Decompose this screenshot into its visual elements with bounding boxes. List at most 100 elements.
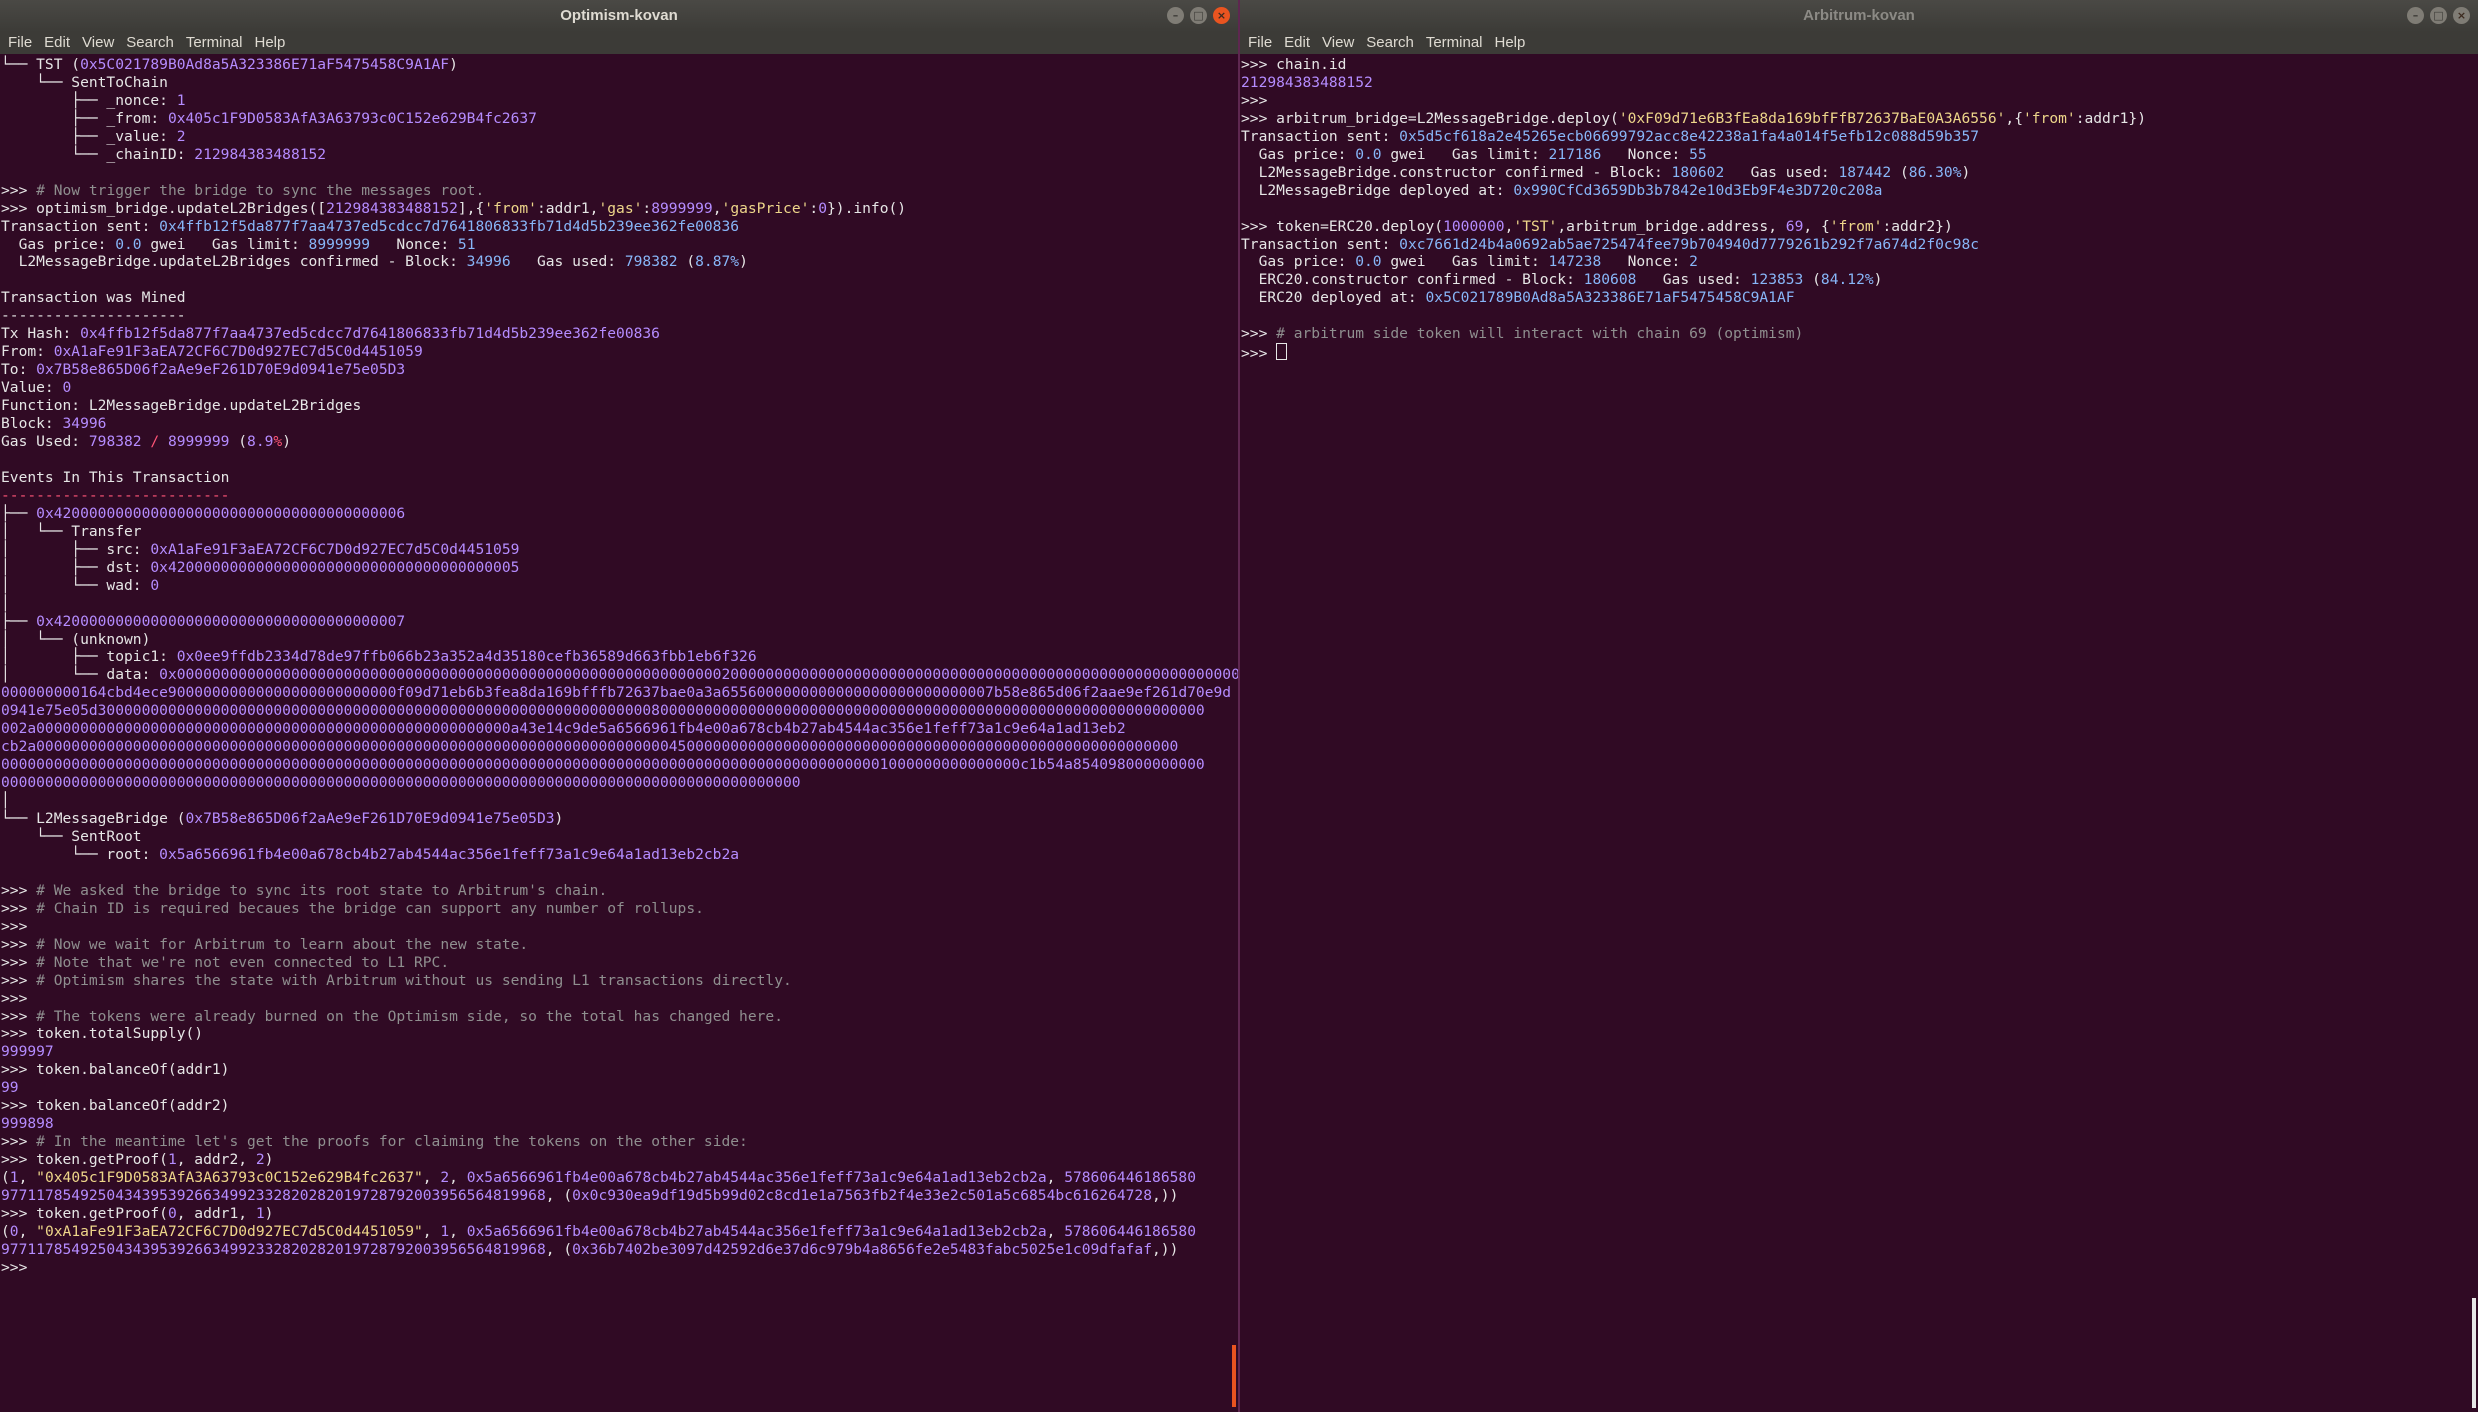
terminal-text: 0 xyxy=(150,576,160,594)
terminal-text: Gas Used: xyxy=(1,433,89,451)
terminal-text: Transaction sent: xyxy=(1241,235,1400,253)
terminal-text: ) xyxy=(282,433,291,451)
terminal-line: Transaction was Mined xyxy=(1,289,1238,307)
terminal-text: 002a000000000000000000000000000000000000… xyxy=(1,720,1126,738)
terminal-text: ( xyxy=(229,433,248,451)
terminal-line: │ └── data: 0x00000000000000000000000000… xyxy=(1,666,1238,684)
menu-terminal[interactable]: Terminal xyxy=(186,34,243,51)
terminal-line: >>> xyxy=(1241,92,2478,110)
terminal-text: gwei Gas limit: xyxy=(1381,145,1549,163)
menu-edit[interactable]: Edit xyxy=(1284,34,1310,51)
terminal-text: To: xyxy=(1,361,37,379)
terminal-text: ) xyxy=(554,810,564,828)
terminal-text: >>> xyxy=(1,935,37,953)
terminal-line: L2MessageBridge deployed at: 0x990CfCd36… xyxy=(1241,182,2478,200)
terminal-line: (0, "0xA1aFe91F3aEA72CF6C7D0d927EC7d5C0d… xyxy=(1,1223,1238,1241)
terminal-text: # Optimism shares the state with Arbitru… xyxy=(36,971,792,989)
terminal-text: 999997 xyxy=(1,1043,54,1061)
terminal-text: 0x405c1F9D0583AfA3A63793c0C152e629B4fc26… xyxy=(167,109,537,127)
menu-file[interactable]: File xyxy=(8,34,32,51)
terminal-text: 1 xyxy=(167,1151,177,1169)
terminal-text: └── SentToChain xyxy=(1,73,168,91)
terminal-text: 2 xyxy=(440,1169,450,1187)
terminal-output[interactable]: >>> chain.id 212984383488152 >>> >>> arbitr… xyxy=(1240,54,2478,363)
terminal-text: │ ├── src: xyxy=(1,540,151,558)
terminal-text: # We asked the bridge to sync its root s… xyxy=(36,881,608,899)
terminal-line: 999898 xyxy=(1,1115,1238,1133)
terminal-text: 0000000000000000000000000000000000000000… xyxy=(1,756,1205,774)
menu-bar: File Edit View Search Terminal Help xyxy=(0,32,1238,54)
terminal-text: ],{ xyxy=(457,199,485,217)
terminal-text: '0xF09d71e6B3fEa8da169bfFfB72637BaE0A3A6… xyxy=(1618,109,2006,127)
terminal-text: ) xyxy=(264,1205,274,1222)
terminal-text: >>> xyxy=(1,899,37,917)
terminal-text: 2 xyxy=(176,127,186,145)
close-icon[interactable]: × xyxy=(2453,7,2470,24)
terminal-text: :addr1, xyxy=(536,199,599,217)
menu-search[interactable]: Search xyxy=(1366,34,1414,51)
terminal-line: Transaction sent: 0xc7661d24b4a0692ab5ae… xyxy=(1241,236,2478,254)
maximize-icon[interactable]: □ xyxy=(2430,7,2447,24)
terminal-text: , addr2, xyxy=(176,1151,256,1169)
terminal-text: 0000000000000000000000000000000000000000… xyxy=(1,774,801,792)
terminal-text: Tx Hash: xyxy=(1,325,81,343)
scrollbar[interactable] xyxy=(1232,1345,1236,1407)
menu-search[interactable]: Search xyxy=(126,34,174,51)
terminal-text: >>> xyxy=(1241,345,1277,363)
minimize-icon[interactable]: – xyxy=(1167,7,1184,24)
terminal-text: Transaction was Mined xyxy=(1,289,186,307)
menu-terminal[interactable]: Terminal xyxy=(1426,34,1483,51)
terminal-text: ERC20.constructor confirmed - Block: xyxy=(1241,271,1584,289)
terminal-text: :addr2}) xyxy=(1882,217,1953,235)
close-icon[interactable]: × xyxy=(1213,7,1230,24)
window-titlebar[interactable]: Arbitrum-kovan – □ × xyxy=(1240,0,2478,32)
terminal-text: Nonce: xyxy=(370,235,458,253)
terminal-text: │ xyxy=(1,792,10,810)
terminal-text: ( xyxy=(677,253,696,271)
menu-edit[interactable]: Edit xyxy=(44,34,70,51)
terminal-text: ,)) xyxy=(1152,1187,1179,1205)
terminal-text: Transaction sent: xyxy=(1241,127,1400,145)
arbitrum-terminal-window[interactable]: Arbitrum-kovan – □ × File Edit View Search T… xyxy=(1240,0,2478,1412)
scrollbar[interactable] xyxy=(2472,1298,2476,1408)
terminal-text: >>> xyxy=(1,953,37,971)
terminal-text: Gas used: xyxy=(510,253,625,271)
menu-help[interactable]: Help xyxy=(1495,34,1526,51)
terminal-text: │ ├── dst: xyxy=(1,558,151,576)
terminal-line: ├── _nonce: 1 xyxy=(1,92,1238,110)
terminal-text: └── _chainID: xyxy=(1,145,195,163)
terminal-text: ( xyxy=(1891,163,1909,181)
menu-file[interactable]: File xyxy=(1248,34,1272,51)
terminal-text: # Chain ID is required becaues the bridg… xyxy=(36,899,704,917)
terminal-text: , xyxy=(18,1222,37,1240)
optimism-terminal-window[interactable]: Optimism-kovan – □ × File Edit View Search T… xyxy=(0,0,1240,1412)
menu-view[interactable]: View xyxy=(1322,34,1354,51)
terminal-text: >>> token.balanceOf(addr1) xyxy=(1,1061,230,1079)
terminal-line: 212984383488152 xyxy=(1241,74,2478,92)
terminal-text: 0x7B58e865D06f2aAe9eF261D70E9d0941e75e05… xyxy=(36,361,406,379)
terminal-text: , xyxy=(422,1222,441,1240)
terminal-line: ERC20.constructor confirmed - Block: 180… xyxy=(1241,271,2478,289)
terminal-text: 187442 xyxy=(1838,163,1892,181)
window-titlebar[interactable]: Optimism-kovan – □ × xyxy=(0,0,1238,32)
terminal-text: , xyxy=(18,1169,37,1187)
terminal-line: │ ├── dst: 0x420000000000000000000000000… xyxy=(1,559,1238,577)
minimize-icon[interactable]: – xyxy=(2407,7,2424,24)
terminal-text: ) xyxy=(264,1151,274,1169)
terminal-text: 0x990CfCd3659Db3b7842e10d3Eb9F4e3D720c20… xyxy=(1513,181,1883,199)
terminal-text: 1000000 xyxy=(1443,217,1505,235)
terminal-line: >>> # Optimism shares the state with Arb… xyxy=(1,972,1238,990)
menu-view[interactable]: View xyxy=(82,34,114,51)
maximize-icon[interactable]: □ xyxy=(1190,7,1207,24)
terminal-line: └── root: 0x5a6566961fb4e00a678cb4b27ab4… xyxy=(1,846,1238,864)
terminal-output[interactable]: └── TST (0x5C021789B0Ad8a5A323386E71aF54… xyxy=(0,54,1238,1277)
terminal-text: └── SentRoot xyxy=(1,827,142,845)
terminal-line: │ └── Transfer xyxy=(1,523,1238,541)
terminal-text: │ └── data: xyxy=(1,666,160,684)
terminal-text: 8999999 xyxy=(651,199,713,217)
menu-help[interactable]: Help xyxy=(255,34,286,51)
terminal-text: , xyxy=(1046,1169,1065,1187)
terminal-text: 'TST' xyxy=(1513,217,1558,235)
terminal-line: Gas price: 0.0 gwei Gas limit: 8999999 N… xyxy=(1,236,1238,254)
terminal-line: Transaction sent: 0x4ffb12f5da877f7aa473… xyxy=(1,218,1238,236)
